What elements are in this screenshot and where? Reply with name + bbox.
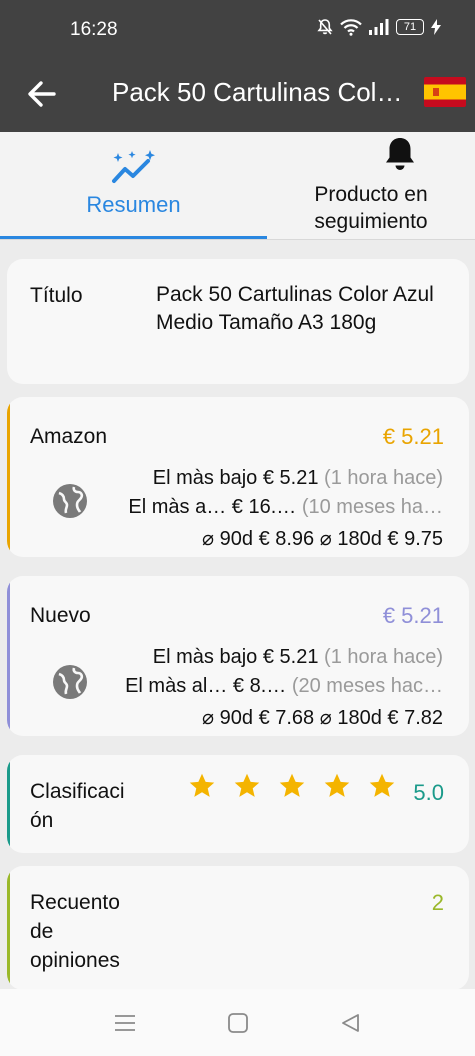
new-lowest-row: El màs bajo € 5.21 (1 hora hace): [153, 646, 443, 669]
app-bar: Pack 50 Cartulinas Col…: [0, 60, 475, 132]
mute-bell-icon: [317, 19, 333, 35]
amazon-accent-bar: [7, 397, 10, 557]
amazon-price: € 5.21: [382, 424, 444, 449]
avg90-label: ⌀ 90d: [202, 528, 253, 550]
star-icon: [189, 773, 215, 797]
highest-time: (20 meses hac…: [291, 675, 443, 697]
lowest-time: (1 hora hace): [324, 646, 443, 668]
amazon-highest-row: El màs a… € 16.… (10 meses ha…: [128, 496, 443, 519]
highest-label: El màs al…: [125, 675, 228, 697]
lowest-time: (1 hora hace): [324, 467, 443, 489]
highest-price: € 8.…: [232, 675, 287, 697]
title-card: Título Pack 50 Cartulinas Color Azul Med…: [7, 259, 469, 384]
signal-icon: [369, 19, 389, 35]
back-arrow-icon[interactable]: [24, 76, 60, 112]
tab-tracking-label: Producto en seguimiento: [314, 183, 428, 233]
system-nav-bar: [0, 989, 475, 1056]
rating-stars: [188, 772, 396, 800]
star-icon: [324, 773, 350, 797]
avg90-value: € 8.96: [258, 528, 315, 550]
tab-tracking[interactable]: Producto en seguimiento: [267, 132, 475, 239]
amazon-lowest-row: El màs bajo € 5.21 (1 hora hace): [153, 467, 443, 490]
new-label: Nuevo: [30, 604, 91, 627]
highest-label: El màs a…: [128, 496, 227, 518]
new-average-row: ⌀ 90d € 7.68 ⌀ 180d € 7.82: [202, 705, 443, 730]
tab-summary[interactable]: Resumen: [0, 132, 267, 239]
new-price: € 5.21: [382, 603, 444, 628]
new-highest-row: El màs al… € 8.… (20 meses hac…: [125, 675, 443, 698]
product-title: Pack 50 Cartulinas Color Azul Medio Tama…: [156, 283, 434, 334]
rating-accent-bar: [7, 755, 10, 853]
spain-flag-icon[interactable]: [424, 77, 466, 107]
reviews-card[interactable]: Recuento de opiniones 2: [7, 866, 469, 990]
globe-icon: [53, 484, 87, 518]
lowest-price: € 5.21: [262, 646, 319, 668]
star-icon: [369, 773, 395, 797]
reviews-value: 2: [431, 890, 444, 915]
wifi-icon: [340, 19, 362, 36]
lowest-label: El màs bajo: [152, 646, 258, 668]
globe-icon: [53, 665, 87, 699]
reviews-label: Recuento de opiniones: [30, 891, 120, 972]
menu-icon[interactable]: [113, 1011, 137, 1035]
lowest-label: El màs bajo: [152, 467, 258, 489]
amazon-average-row: ⌀ 90d € 8.96 ⌀ 180d € 9.75: [202, 526, 443, 551]
avg90-label: ⌀ 90d: [202, 707, 253, 729]
avg90-value: € 7.68: [258, 707, 315, 729]
reviews-accent-bar: [7, 866, 10, 990]
lowest-price: € 5.21: [262, 467, 319, 489]
back-triangle-icon[interactable]: [339, 1011, 363, 1035]
status-time: 16:28: [70, 19, 118, 40]
title-label: Título: [30, 284, 83, 307]
tab-active-indicator: [0, 236, 267, 239]
highest-time: (10 meses ha…: [301, 496, 443, 518]
avg180-label: ⌀ 180d: [319, 528, 382, 550]
home-square-icon[interactable]: [226, 1011, 250, 1035]
tab-bar: Resumen Producto en seguimiento: [0, 132, 475, 240]
sparkle-chart-icon: [112, 150, 155, 183]
avg180-value: € 7.82: [387, 707, 443, 729]
star-icon: [234, 773, 260, 797]
status-bar: 16:28 71: [0, 0, 475, 60]
rating-value: 5.0: [413, 780, 444, 805]
avg180-value: € 9.75: [387, 528, 443, 550]
rating-label: Clasificaci ón: [30, 780, 125, 832]
rating-card[interactable]: Clasificaci ón 5.0: [7, 755, 469, 853]
tab-summary-label: Resumen: [86, 192, 181, 217]
new-price-card[interactable]: Nuevo € 5.21 El màs bajo € 5.21 (1 hora …: [7, 576, 469, 736]
bell-icon: [386, 138, 414, 170]
star-icon: [279, 773, 305, 797]
page-title: Pack 50 Cartulinas Col…: [112, 77, 403, 107]
highest-price: € 16.…: [231, 496, 297, 518]
amazon-label: Amazon: [30, 425, 108, 448]
avg180-label: ⌀ 180d: [319, 707, 382, 729]
battery-indicator: 71: [396, 19, 424, 35]
amazon-price-card[interactable]: Amazon € 5.21 El màs bajo € 5.21 (1 hora…: [7, 397, 469, 557]
status-icons: 71: [317, 18, 441, 36]
charging-bolt-icon: [431, 19, 441, 35]
new-accent-bar: [7, 576, 10, 736]
